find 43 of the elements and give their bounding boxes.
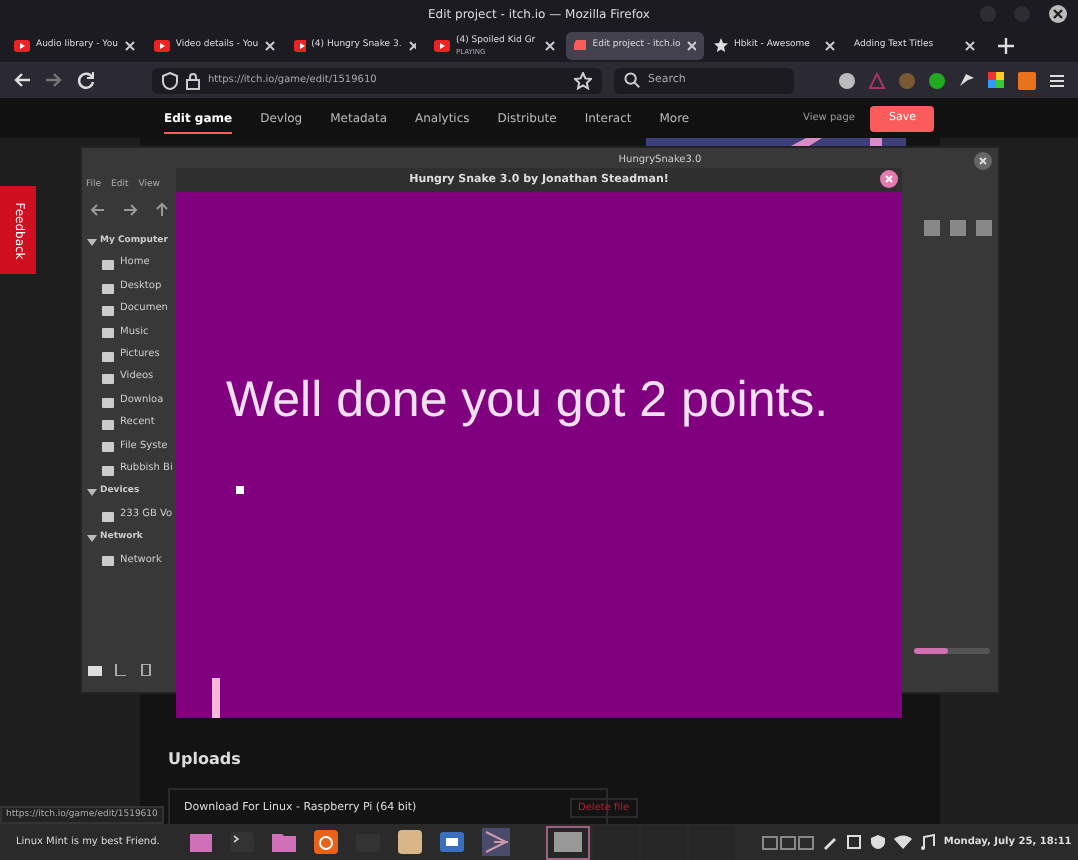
music-note-icon[interactable] [919,834,936,850]
forward-icon[interactable] [44,70,64,90]
puzzle-icon[interactable] [988,71,1006,89]
forward-icon[interactable] [122,202,138,218]
expander-icon[interactable] [86,486,98,499]
expander-icon[interactable] [86,235,98,248]
zoom-slider[interactable] [914,648,990,654]
window-button[interactable] [545,825,590,859]
video-icon [154,39,170,51]
expander-icon[interactable] [86,531,98,544]
video-icon [294,39,306,51]
close-icon[interactable] [974,152,992,170]
terminal-icon[interactable] [229,830,254,854]
snake-body [212,678,220,718]
lock-icon [186,71,200,89]
reload-icon[interactable] [76,70,96,90]
archive-icon[interactable] [397,830,422,854]
editor-icon[interactable] [481,828,510,856]
sidebar-icon[interactable] [140,664,154,676]
section-heading: Uploads [168,750,241,768]
star-icon [714,38,728,52]
bookmark-star-icon[interactable] [574,71,592,89]
close-icon[interactable] [1049,5,1067,23]
update-icon[interactable] [313,830,338,854]
up-icon[interactable] [154,202,170,218]
video-icon [434,39,450,51]
app-icon[interactable] [1018,71,1036,89]
search-icon [624,72,640,88]
folder-icon[interactable] [88,664,102,676]
folder-icon [102,509,114,522]
menu-icon[interactable] [1048,71,1066,89]
folder-icon[interactable] [271,830,296,854]
folder-icon [102,554,114,567]
controller-icon [574,38,587,52]
new-tab-icon[interactable] [998,37,1014,53]
game-message: Well done you got 2 points. [226,372,829,430]
close-icon[interactable] [880,170,898,188]
tree-icon[interactable] [114,664,128,676]
window-icon[interactable] [439,830,464,854]
workspace-switcher-icon[interactable] [761,835,814,849]
wifi-icon[interactable] [893,834,912,850]
video-icon [14,39,30,51]
pen-icon[interactable] [821,834,838,850]
